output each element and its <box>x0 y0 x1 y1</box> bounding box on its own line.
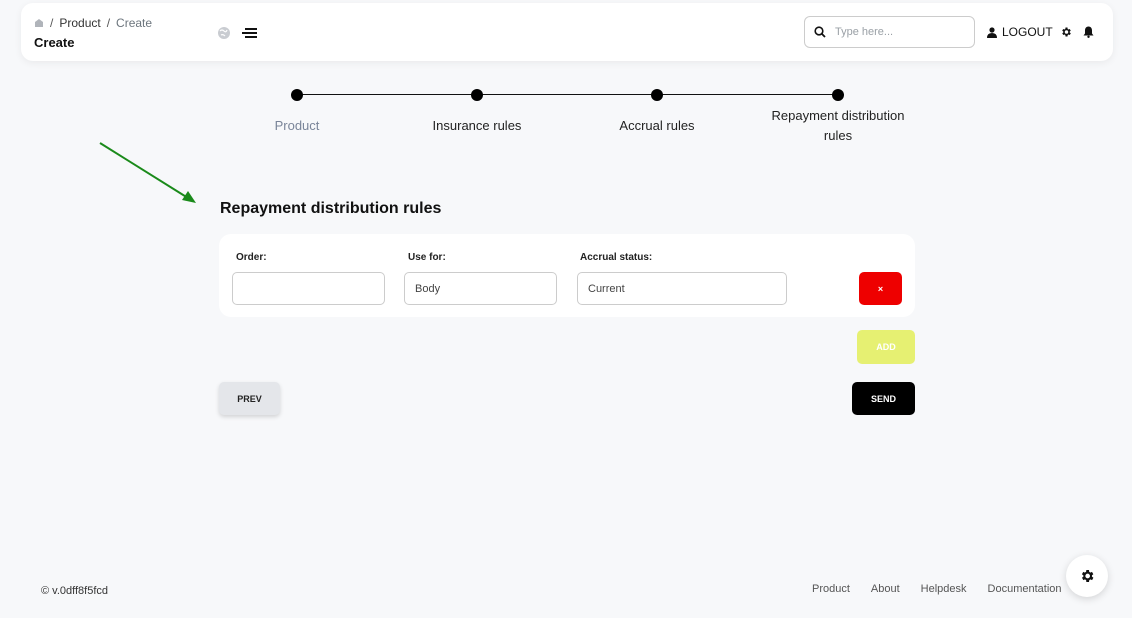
version-text: © v.0dff8f5fcd <box>41 585 109 597</box>
footer-link-documentation[interactable]: Documentation <box>988 583 1062 595</box>
accrual-status-input[interactable] <box>577 272 787 305</box>
step-label-product[interactable]: Product <box>217 116 377 136</box>
gear-icon <box>1081 570 1094 582</box>
order-input[interactable] <box>232 272 385 305</box>
settings-fab[interactable] <box>1066 555 1108 597</box>
annotation-arrow <box>99 142 196 203</box>
use-for-input[interactable] <box>404 272 557 305</box>
accrual-status-label: Accrual status: <box>580 252 653 263</box>
step-label-repayment[interactable]: Repayment distribution rules <box>768 106 908 146</box>
footer-link-product[interactable]: Product <box>812 583 850 595</box>
use-for-label: Use for: <box>408 252 446 263</box>
rule-card: Order: Use for: Accrual status: × <box>219 234 915 317</box>
step-dot-repayment[interactable] <box>832 89 844 101</box>
footer-links: Product About Helpdesk Documentation <box>812 583 1083 595</box>
footer-link-helpdesk[interactable]: Helpdesk <box>921 583 967 595</box>
delete-rule-button[interactable]: × <box>859 272 902 305</box>
footer-link-about[interactable]: About <box>871 583 900 595</box>
stepper: Product Insurance rules Accrual rules Re… <box>0 0 1132 160</box>
stepper-line <box>297 94 838 95</box>
order-label: Order: <box>236 252 267 263</box>
add-button[interactable]: ADD <box>857 330 915 364</box>
step-dot-product[interactable] <box>291 89 303 101</box>
step-label-insurance[interactable]: Insurance rules <box>397 116 557 136</box>
section-title: Repayment distribution rules <box>220 200 442 217</box>
step-label-accrual[interactable]: Accrual rules <box>577 116 737 136</box>
step-dot-accrual[interactable] <box>651 89 663 101</box>
send-button[interactable]: SEND <box>852 382 915 415</box>
prev-button[interactable]: PREV <box>219 382 280 415</box>
step-dot-insurance[interactable] <box>471 89 483 101</box>
